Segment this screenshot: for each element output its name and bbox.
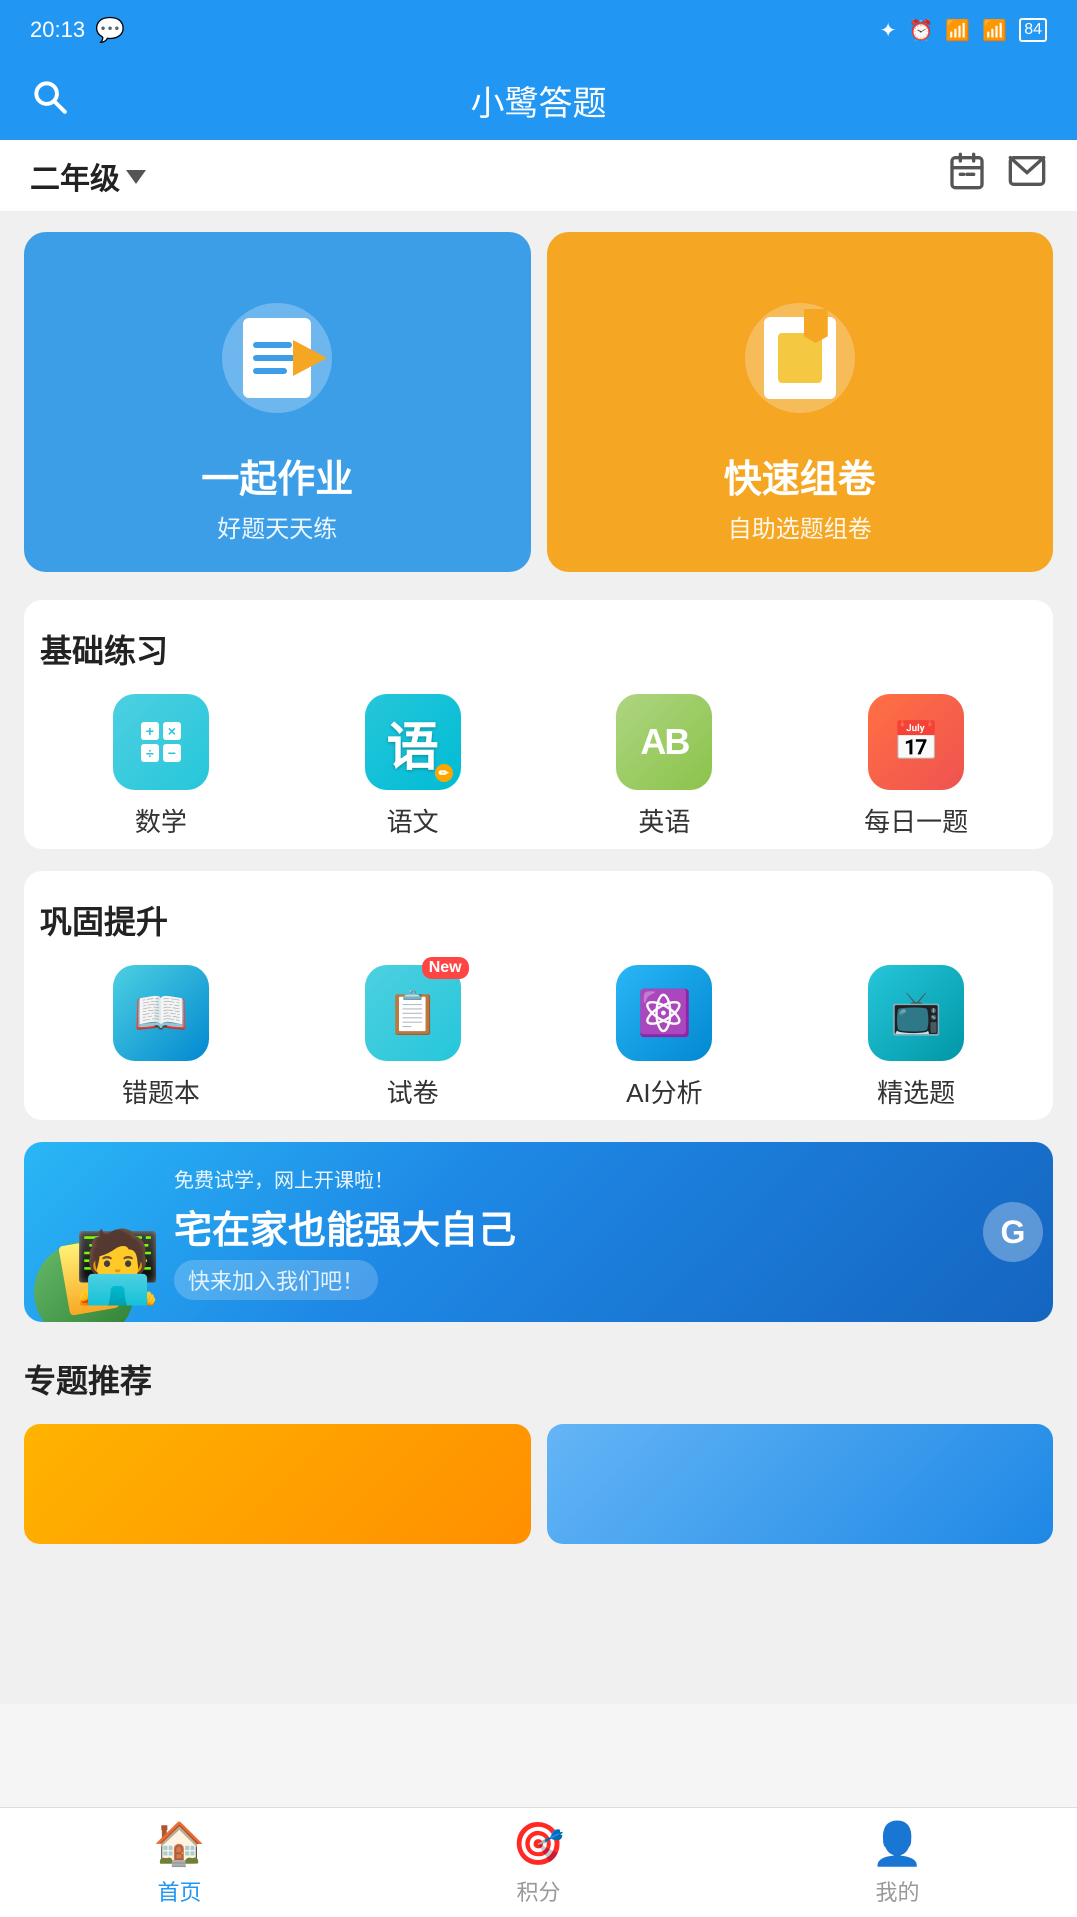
topic-card-2[interactable] — [547, 1424, 1054, 1544]
daily-item[interactable]: 📅 每日一题 — [795, 694, 1037, 839]
advanced-section: 巩固提升 📖 错题本 📋 New 试卷 ⚛️ — [24, 871, 1053, 1120]
signal-icon: 📶 — [945, 18, 970, 43]
nav-home[interactable]: 🏠 首页 — [0, 1820, 359, 1907]
quiz-card[interactable]: 快速组卷 自助选题组卷 — [547, 232, 1054, 572]
grade-selector[interactable]: 二年级 — [30, 154, 146, 198]
header-icons — [947, 151, 1047, 200]
quiz-title: 快速组卷 — [724, 448, 876, 503]
nav-points[interactable]: 🎯 积分 — [359, 1820, 718, 1907]
status-bar: 20:13 💬 ✦ ⏰ 📶 📶 84 — [0, 0, 1077, 60]
basic-section: 基础练习 + × ÷ − 数学 语 ✏ — [24, 600, 1053, 849]
chinese-icon: 语 ✏ — [365, 694, 461, 790]
status-right: ✦ ⏰ 📶 📶 84 — [880, 18, 1047, 43]
basic-section-title: 基础练习 — [40, 620, 1037, 672]
chinese-item[interactable]: 语 ✏ 语文 — [292, 694, 534, 839]
banner-prefix: 免费试学，网上开课啦！ — [174, 1164, 1033, 1193]
english-label: 英语 — [638, 802, 690, 839]
homework-subtitle: 好题天天练 — [217, 509, 337, 544]
featured-label: 精选题 — [877, 1073, 955, 1110]
wifi-icon: 📶 — [982, 18, 1007, 43]
topic-card-1[interactable] — [24, 1424, 531, 1544]
ai-item[interactable]: ⚛️ AI分析 — [544, 965, 786, 1110]
status-left: 20:13 💬 — [30, 16, 125, 45]
quiz-subtitle: 自助选题组卷 — [728, 509, 872, 544]
quiz-icon — [730, 288, 870, 428]
basic-grid: + × ÷ − 数学 语 ✏ 语文 AB — [40, 694, 1037, 839]
app-header: 小鹭答题 — [0, 60, 1077, 140]
dropdown-arrow-icon — [126, 170, 146, 184]
topics-section: 专题推荐 — [24, 1350, 1053, 1544]
app-title: 小鹭答题 — [471, 76, 607, 125]
home-icon: 🏠 — [153, 1820, 205, 1869]
calendar-button[interactable] — [947, 151, 987, 200]
banner-title: 宅在家也能强大自己 — [174, 1199, 1033, 1254]
main-content: 一起作业 好题天天练 快速组卷 自助选题组卷 基础练习 — [0, 212, 1077, 1704]
nav-home-label: 首页 — [157, 1875, 201, 1907]
topics-title: 专题推荐 — [24, 1350, 1053, 1402]
math-item[interactable]: + × ÷ − 数学 — [40, 694, 282, 839]
topics-grid — [24, 1424, 1053, 1544]
ai-label: AI分析 — [626, 1073, 703, 1110]
bluetooth-icon: ✦ — [880, 18, 897, 43]
banner-text: 免费试学，网上开课啦！ 宅在家也能强大自己 快来加入我们吧！ — [154, 1154, 1053, 1310]
errors-label: 错题本 — [122, 1073, 200, 1110]
english-item[interactable]: AB 英语 — [544, 694, 786, 839]
nav-mine-label: 我的 — [875, 1875, 919, 1907]
new-badge: New — [422, 957, 469, 979]
tests-icon: 📋 New — [365, 965, 461, 1061]
battery-icon: 84 — [1019, 18, 1047, 42]
banner-section[interactable]: 🧑‍💻 免费试学，网上开课啦！ 宅在家也能强大自己 快来加入我们吧！ G — [24, 1142, 1053, 1322]
ai-icon: ⚛️ — [616, 965, 712, 1061]
alarm-icon: ⏰ — [908, 18, 933, 43]
daily-label: 每日一题 — [864, 802, 968, 839]
mail-button[interactable] — [1007, 151, 1047, 200]
nav-mine[interactable]: 👤 我的 — [718, 1820, 1077, 1907]
math-icon: + × ÷ − — [113, 694, 209, 790]
points-icon: 🎯 — [512, 1820, 564, 1869]
advanced-grid: 📖 错题本 📋 New 试卷 ⚛️ AI分析 — [40, 965, 1037, 1110]
banner-badge: G — [983, 1202, 1043, 1262]
wechat-icon: 💬 — [95, 16, 125, 45]
mine-icon: 👤 — [871, 1820, 923, 1869]
advanced-section-title: 巩固提升 — [40, 891, 1037, 943]
errors-item[interactable]: 📖 错题本 — [40, 965, 282, 1110]
search-button[interactable] — [30, 77, 68, 124]
tests-item[interactable]: 📋 New 试卷 — [292, 965, 534, 1110]
hero-cards: 一起作业 好题天天练 快速组卷 自助选题组卷 — [24, 232, 1053, 572]
math-label: 数学 — [135, 802, 187, 839]
status-time: 20:13 — [30, 17, 85, 43]
homework-title: 一起作业 — [201, 448, 353, 503]
homework-icon — [207, 288, 347, 428]
english-icon: AB — [616, 694, 712, 790]
sub-header: 二年级 — [0, 140, 1077, 212]
bottom-nav: 🏠 首页 🎯 积分 👤 我的 — [0, 1807, 1077, 1917]
featured-item[interactable]: 📺 精选题 — [795, 965, 1037, 1110]
featured-icon: 📺 — [868, 965, 964, 1061]
tests-label: 试卷 — [387, 1073, 439, 1110]
chinese-label: 语文 — [387, 802, 439, 839]
daily-icon: 📅 — [868, 694, 964, 790]
grade-label: 二年级 — [30, 154, 120, 198]
banner-subtitle: 快来加入我们吧！ — [174, 1260, 378, 1300]
nav-points-label: 积分 — [516, 1875, 560, 1907]
errors-icon: 📖 — [113, 965, 209, 1061]
homework-card[interactable]: 一起作业 好题天天练 — [24, 232, 531, 572]
